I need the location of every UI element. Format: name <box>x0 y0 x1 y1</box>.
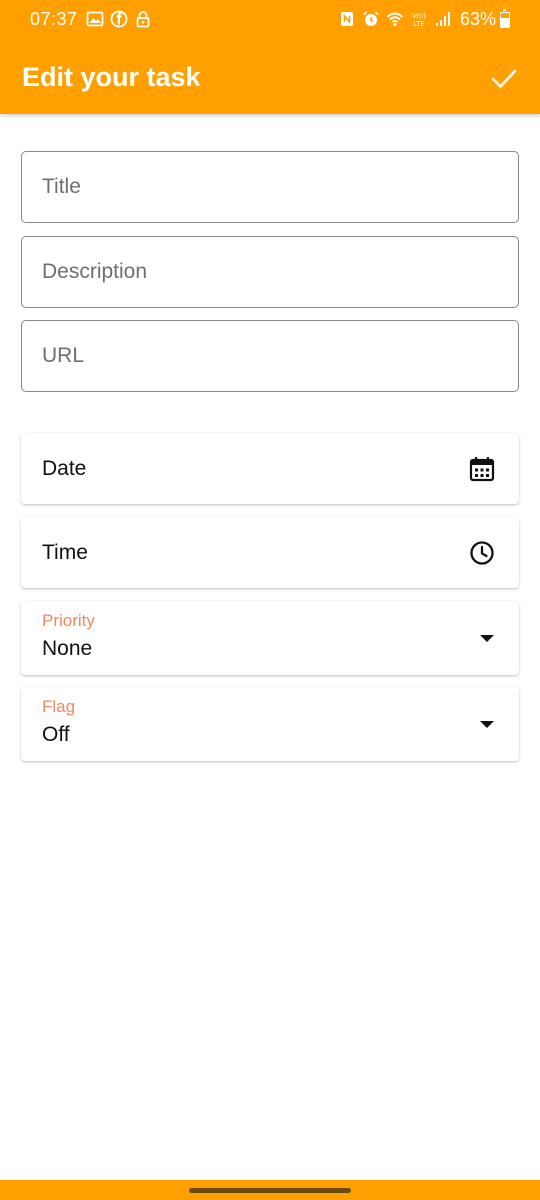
volte-icon: Vo)) LTE <box>412 12 426 28</box>
alarm-icon <box>363 11 379 26</box>
home-gesture-handle[interactable] <box>189 1188 351 1193</box>
gallery-icon <box>86 11 104 27</box>
status-left-icons <box>86 10 152 28</box>
url-input[interactable] <box>22 321 518 391</box>
time-label: Time <box>42 540 88 564</box>
check-icon <box>491 69 517 88</box>
flag-dropdown[interactable]: Flag Off <box>21 687 519 761</box>
status-bar: 07:37 Vo)) LTE 63% <box>0 0 540 40</box>
navigation-bar <box>0 1180 540 1200</box>
app-bar: 07:37 Vo)) LTE 63% Edit your task <box>0 0 540 114</box>
nfc-icon <box>341 12 353 26</box>
status-right-icons: Vo)) LTE <box>338 10 452 28</box>
calendar-icon <box>469 456 495 481</box>
wifi-icon <box>386 12 404 26</box>
save-button[interactable] <box>486 60 522 96</box>
flag-caption: Flag <box>42 697 76 716</box>
description-field[interactable] <box>21 236 519 308</box>
time-picker[interactable]: Time <box>21 517 519 588</box>
svg-text:LTE: LTE <box>413 20 425 28</box>
dropdown-arrow-icon <box>480 635 494 642</box>
page-title: Edit your task <box>22 62 201 92</box>
title-field[interactable] <box>21 151 519 223</box>
lock-icon <box>136 11 150 28</box>
date-label: Date <box>42 456 87 480</box>
svg-text:Vo)): Vo)) <box>412 12 426 20</box>
date-picker[interactable]: Date <box>21 433 519 504</box>
flag-value: Off <box>42 723 70 746</box>
url-field[interactable] <box>21 320 519 392</box>
title-input[interactable] <box>22 152 518 222</box>
dropdown-arrow-icon <box>480 721 494 728</box>
clock-icon <box>470 540 494 565</box>
facebook-icon <box>110 10 128 28</box>
battery-percent: 63% <box>459 9 496 29</box>
status-time: 07:37 <box>30 9 78 29</box>
battery-icon <box>500 9 510 28</box>
priority-dropdown[interactable]: Priority None <box>21 601 519 675</box>
signal-icon <box>436 12 450 26</box>
priority-value: None <box>42 637 93 660</box>
description-input[interactable] <box>22 237 518 307</box>
priority-caption: Priority <box>42 611 95 630</box>
